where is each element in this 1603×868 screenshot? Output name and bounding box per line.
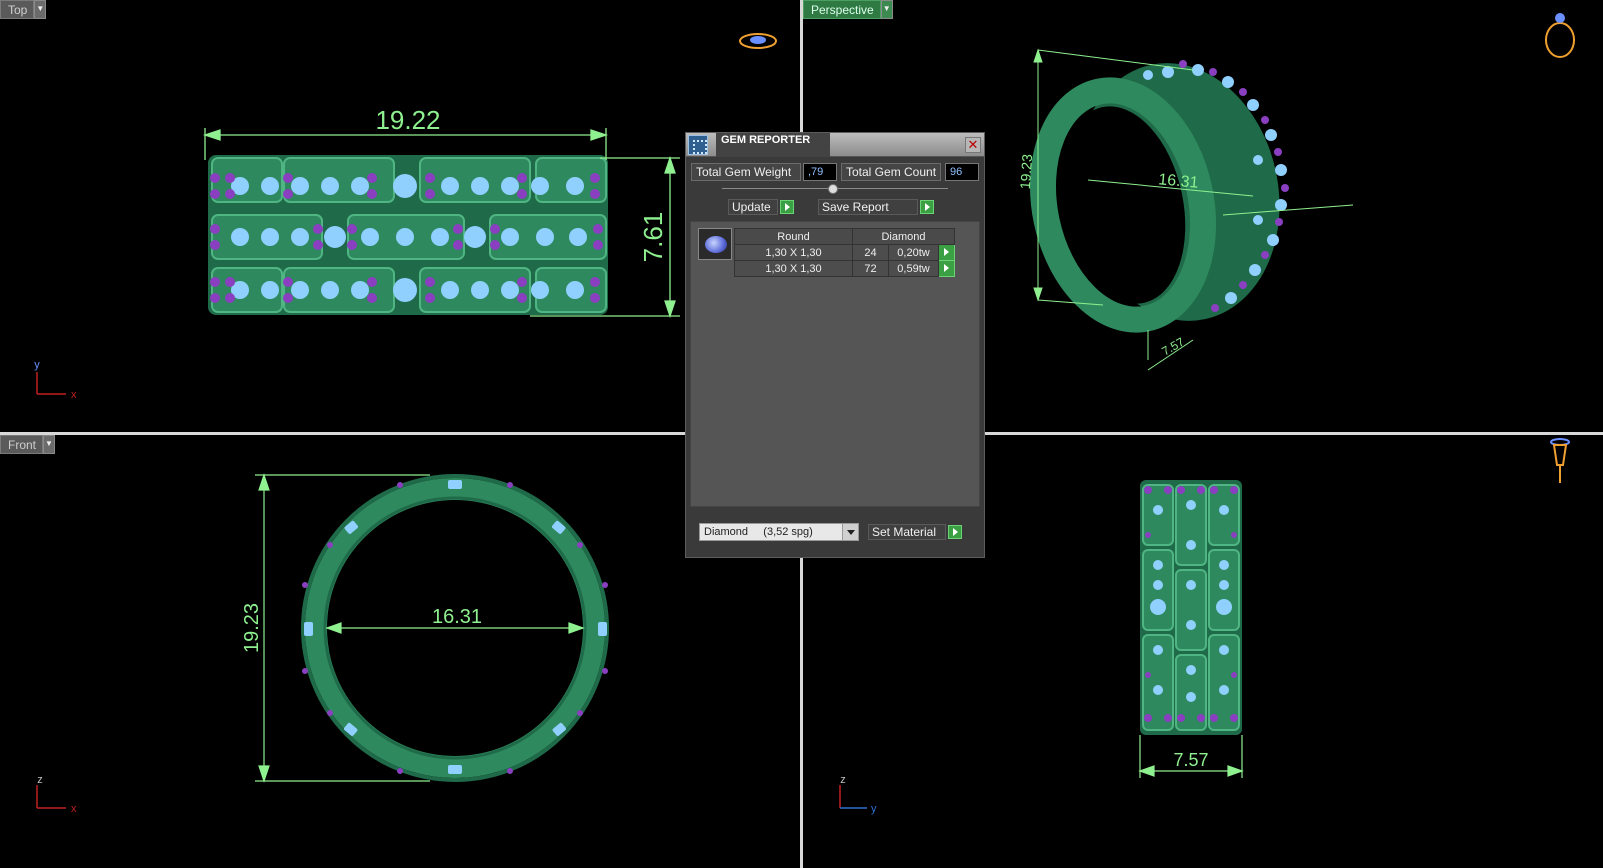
total-gem-weight-label: Total Gem Weight: [691, 163, 801, 181]
close-icon[interactable]: ✕: [965, 137, 981, 153]
dimension-height-front: 19.23: [241, 603, 263, 653]
viewport-front[interactable]: Front ▼ 19.23 16.31 z x: [0, 435, 800, 868]
gem-count: 24: [852, 244, 889, 261]
dimension-width-perspective: 7.57: [1159, 334, 1187, 358]
front-view-scene: 19.23 16.31 z x: [36, 473, 609, 815]
axis-label-y: y: [34, 359, 40, 371]
dimension-width-right: 7.57: [1173, 750, 1208, 770]
viewport-top[interactable]: Top ▼ 19.22 7.61 y x: [0, 0, 800, 432]
gem-weight: 0,59tw: [888, 260, 939, 277]
ring-band-perspective: [1029, 60, 1289, 333]
ring-band-top: [208, 155, 608, 315]
total-gem-weight-field: Total Gem Weight ,79: [691, 163, 837, 181]
play-arrow-icon[interactable]: [948, 525, 962, 539]
axis-label-x: x: [71, 389, 77, 401]
gem-icon: [705, 236, 727, 253]
total-gem-count-value: 96: [945, 163, 979, 181]
axis-label-x: x: [71, 803, 77, 815]
table-row[interactable]: 1,30 X 1,30 72 0,59tw: [734, 260, 955, 277]
ring-navigator-icon[interactable]: [1545, 13, 1575, 58]
dimension-height-top: 7.61: [638, 212, 668, 263]
dimension-diameter-front: 16.31: [432, 606, 482, 628]
dimension-diameter-perspective: 16.31: [1158, 171, 1199, 191]
total-gem-weight-value: ,79: [803, 163, 837, 181]
gem-reporter-dialog: GEM REPORTER ✕ Total Gem Weight ,79 Tota…: [685, 132, 985, 558]
gem-table: Round Diamond 1,30 X 1,30 24 0,20tw 1,30…: [734, 228, 955, 277]
select-gems-button[interactable]: [938, 260, 955, 277]
update-button[interactable]: Update: [728, 199, 794, 215]
header-material: Diamond: [852, 228, 955, 245]
axis-label-z: z: [840, 774, 846, 786]
play-arrow-icon[interactable]: [780, 200, 794, 214]
total-gem-count-field: Total Gem Count 96: [841, 163, 981, 181]
save-report-button[interactable]: Save Report: [818, 199, 934, 215]
update-button-label: Update: [728, 199, 778, 215]
report-slider-knob[interactable]: [828, 184, 838, 194]
dialog-titlebar[interactable]: GEM REPORTER ✕: [686, 133, 984, 157]
round-diamond-thumbnail[interactable]: [698, 228, 732, 260]
axis-indicator-front: z x: [36, 774, 77, 815]
dialog-title: GEM REPORTER: [716, 133, 831, 157]
top-view-scene: 19.22 7.61 y x: [34, 33, 777, 401]
set-material-button-label: Set Material: [868, 524, 946, 540]
chevron-down-icon[interactable]: [842, 524, 858, 540]
gem-weight: 0,20tw: [888, 244, 939, 261]
view-cube-icon[interactable]: [739, 33, 777, 49]
gem-count: 72: [852, 260, 889, 277]
axis-label-z: z: [37, 774, 43, 786]
set-material-button[interactable]: Set Material: [868, 524, 962, 540]
axis-indicator-top: y x: [34, 359, 77, 401]
gem-size: 1,30 X 1,30: [734, 260, 853, 277]
gem-list-panel: Round Diamond 1,30 X 1,30 24 0,20tw 1,30…: [690, 221, 980, 507]
navigator-icon-right[interactable]: [1550, 438, 1570, 483]
gem-size: 1,30 X 1,30: [734, 244, 853, 261]
dimension-height-perspective: 19.23: [1017, 153, 1035, 189]
play-arrow-icon[interactable]: [920, 200, 934, 214]
gem-reporter-app-icon: [688, 135, 708, 155]
total-gem-count-label: Total Gem Count: [841, 163, 941, 181]
header-shape: Round: [734, 228, 853, 245]
table-row[interactable]: 1,30 X 1,30 24 0,20tw: [734, 244, 955, 261]
ring-band-right: [1140, 480, 1242, 735]
axis-indicator-right: z y: [839, 774, 877, 815]
dimension-width-top: 19.22: [375, 105, 440, 135]
select-gems-button[interactable]: [938, 244, 955, 261]
save-report-button-label: Save Report: [818, 199, 918, 215]
material-select-value: Diamond (3,52 spg): [704, 526, 813, 538]
gem-table-header: Round Diamond: [734, 228, 955, 245]
material-select[interactable]: Diamond (3,52 spg): [699, 523, 859, 541]
axis-label-y: y: [871, 803, 877, 815]
